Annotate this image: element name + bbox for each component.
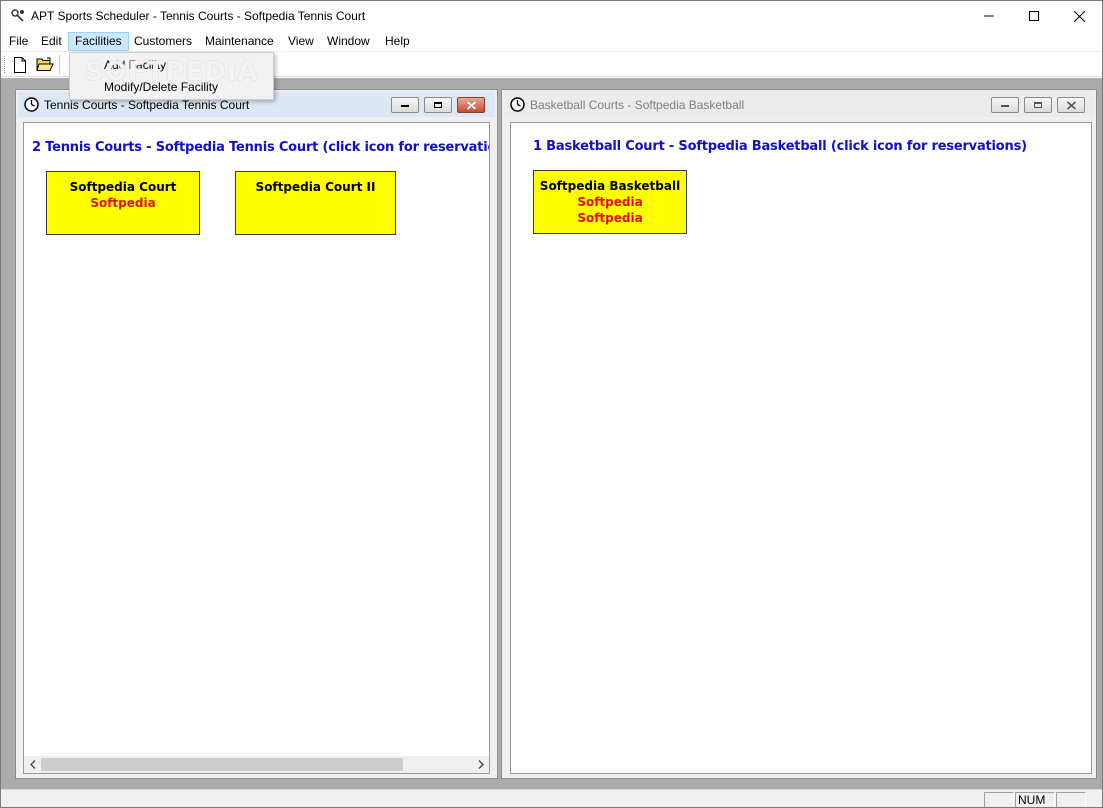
status-bar: NUM xyxy=(1,789,1102,807)
tennis-courts-window[interactable]: Tennis Courts - Softpedia Tennis Court 2… xyxy=(15,89,498,779)
chevron-right-icon xyxy=(478,760,484,769)
menu-customers[interactable]: Customers xyxy=(128,32,198,51)
close-button[interactable] xyxy=(1056,1,1102,31)
clock-icon xyxy=(510,97,525,112)
maximize-button[interactable] xyxy=(1011,1,1057,31)
app-icon xyxy=(11,9,24,22)
app-window: APT Sports Scheduler - Tennis Courts - S… xyxy=(0,0,1103,808)
basketball-window-caption[interactable]: Basketball Courts - Softpedia Basketball xyxy=(504,92,1094,117)
open-button[interactable] xyxy=(35,55,55,74)
basketball-close-button[interactable] xyxy=(1057,97,1085,113)
watermark: SOFTPEDIA xyxy=(85,57,259,87)
court-detail: Softpedia xyxy=(90,196,156,210)
court-tile-softpedia-court[interactable]: Softpedia Court Softpedia xyxy=(46,171,200,235)
court-detail: Softpedia xyxy=(577,211,643,225)
restore-icon xyxy=(434,102,442,108)
open-folder-icon xyxy=(36,57,54,71)
minimize-icon xyxy=(1001,105,1009,107)
basketball-window-title: Basketball Courts - Softpedia Basketball xyxy=(530,98,745,112)
court-detail: Softpedia xyxy=(577,195,643,209)
court-name: Softpedia Court II xyxy=(255,180,376,194)
tennis-client-area: 2 Tennis Courts - Softpedia Tennis Court… xyxy=(23,122,490,774)
menu-bar: File Edit Facilities Customers Maintenan… xyxy=(1,31,1102,52)
basketball-client-area: 1 Basketball Court - Softpedia Basketbal… xyxy=(510,122,1092,774)
clock-icon xyxy=(24,97,39,112)
status-pane-scroll xyxy=(1056,792,1086,807)
close-icon xyxy=(1073,10,1085,22)
restore-icon xyxy=(1034,102,1042,108)
mdi-client-area: Tennis Courts - Softpedia Tennis Court 2… xyxy=(1,78,1102,789)
court-name: Softpedia Basketball xyxy=(539,179,681,193)
toolbar-grip[interactable] xyxy=(4,56,6,73)
basketball-restore-button[interactable] xyxy=(1024,97,1052,113)
basketball-heading: 1 Basketball Court - Softpedia Basketbal… xyxy=(533,139,1027,154)
tennis-restore-button[interactable] xyxy=(424,97,452,113)
horizontal-scrollbar[interactable] xyxy=(24,756,489,773)
tennis-heading: 2 Tennis Courts - Softpedia Tennis Court… xyxy=(32,140,490,155)
menu-maintenance[interactable]: Maintenance xyxy=(199,32,280,51)
status-pane-caps xyxy=(984,792,1014,807)
basketball-courts-window[interactable]: Basketball Courts - Softpedia Basketball… xyxy=(501,89,1097,779)
window-title: APT Sports Scheduler - Tennis Courts - S… xyxy=(31,9,366,23)
minimize-icon xyxy=(984,15,994,17)
new-button[interactable] xyxy=(10,55,30,74)
menu-file[interactable]: File xyxy=(3,32,34,51)
chevron-left-icon xyxy=(29,760,35,769)
menu-window[interactable]: Window xyxy=(321,32,376,51)
status-pane-num: NUM xyxy=(1015,792,1055,807)
close-icon xyxy=(1066,100,1076,110)
menu-facilities[interactable]: Facilities xyxy=(68,32,129,51)
title-bar: APT Sports Scheduler - Tennis Courts - S… xyxy=(1,1,1102,31)
scroll-thumb[interactable] xyxy=(41,758,403,771)
menu-edit[interactable]: Edit xyxy=(35,32,68,51)
basketball-minimize-button[interactable] xyxy=(991,97,1019,113)
court-tile-softpedia-court-ii[interactable]: Softpedia Court II xyxy=(235,171,396,235)
scroll-left-button[interactable] xyxy=(24,756,41,773)
new-document-icon xyxy=(14,56,26,73)
tennis-minimize-button[interactable] xyxy=(391,97,419,113)
menu-view[interactable]: View xyxy=(282,32,320,51)
close-icon xyxy=(466,100,476,110)
scroll-right-button[interactable] xyxy=(472,756,489,773)
menu-help[interactable]: Help xyxy=(379,32,416,51)
tennis-close-button[interactable] xyxy=(457,97,485,113)
maximize-icon xyxy=(1029,11,1039,21)
minimize-icon xyxy=(401,105,409,107)
minimize-button[interactable] xyxy=(966,1,1012,31)
tennis-window-title: Tennis Courts - Softpedia Tennis Court xyxy=(44,98,250,112)
court-tile-softpedia-basketball[interactable]: Softpedia Basketball Softpedia Softpedia xyxy=(533,170,687,234)
court-name: Softpedia Court xyxy=(69,180,177,194)
toolbar-separator xyxy=(59,55,60,74)
